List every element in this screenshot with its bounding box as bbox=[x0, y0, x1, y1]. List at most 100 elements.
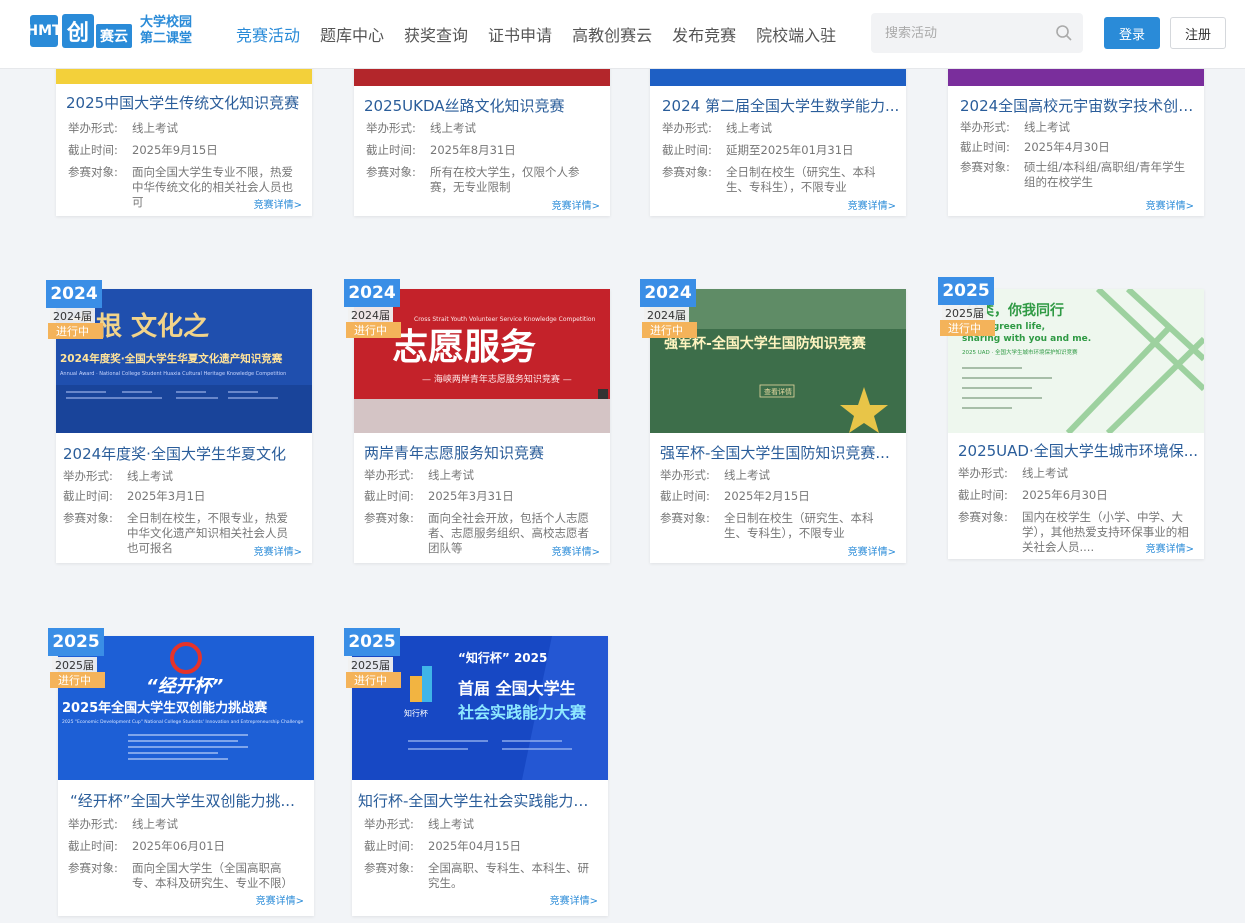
cover-brand: “知行杯” 2025 bbox=[458, 650, 547, 665]
target-label: 参赛对象: bbox=[63, 511, 113, 525]
cover-english: Cross Strait Youth Volunteer Service Kno… bbox=[414, 316, 596, 323]
nav-certificate[interactable]: 证书申请 bbox=[488, 22, 552, 46]
card-title[interactable]: 两岸青年志愿服务知识竞赛 bbox=[364, 442, 608, 463]
deadline-label: 截止时间: bbox=[68, 839, 118, 853]
card-title[interactable]: 强军杯-全国大学生国防知识竞赛... bbox=[660, 442, 904, 463]
details-link[interactable]: 竞赛详情> bbox=[254, 543, 302, 558]
cover-headline: 首届 全国大学生 bbox=[458, 679, 576, 698]
target-value: 面向全国大学生（全国高职高专、本科及研究生、专业不限） bbox=[132, 861, 293, 890]
details-link[interactable]: 竞赛详情> bbox=[848, 543, 896, 558]
details-link[interactable]: 竞赛详情> bbox=[254, 196, 302, 211]
form-label: 举办形式: bbox=[68, 121, 118, 135]
search-box bbox=[871, 13, 1083, 53]
logo-line1: 大学校园 bbox=[140, 15, 193, 30]
card-title[interactable]: 2025中国大学生传统文化知识竞赛 bbox=[66, 92, 310, 113]
deadline-label: 截止时间: bbox=[366, 143, 416, 157]
details-link[interactable]: 竞赛详情> bbox=[256, 892, 304, 907]
details-link[interactable]: 竞赛详情> bbox=[552, 543, 600, 558]
nav-higher-ed-cloud[interactable]: 高教创赛云 bbox=[572, 22, 652, 46]
card-info-form: 举办形式: 线上考试 bbox=[662, 121, 898, 136]
login-button[interactable]: 登录 bbox=[1104, 17, 1160, 49]
deadline-value: 2025年3月1日 bbox=[127, 489, 206, 503]
cover-subtitle: 2024年度奖·全国大学生华夏文化遗产知识竞赛 bbox=[60, 352, 283, 365]
cover-english: 2025 "Economic Development Cup" National… bbox=[62, 719, 304, 725]
card-info-deadline: 截止时间: 2025年9月15日 bbox=[68, 143, 304, 158]
status-badge: 进行中 bbox=[642, 322, 697, 338]
details-link[interactable]: 竞赛详情> bbox=[552, 197, 600, 212]
card-title[interactable]: 2024 第二届全国大学生数学能力... bbox=[662, 95, 906, 116]
card-info-deadline: 截止时间: 2025年6月30日 bbox=[958, 488, 1194, 503]
form-label: 举办形式: bbox=[68, 817, 118, 831]
search-icon[interactable] bbox=[1055, 24, 1073, 42]
details-link[interactable]: 竞赛详情> bbox=[1146, 540, 1194, 555]
card-title[interactable]: 2024全国高校元宇宙数字技术创新.... bbox=[960, 95, 1204, 116]
logo-saiyun: 赛云 bbox=[96, 24, 132, 48]
details-link[interactable]: 竞赛详情> bbox=[1146, 197, 1194, 212]
card-title[interactable]: 2025UAD·全国大学生城市环境保... bbox=[958, 440, 1202, 461]
deadline-label: 截止时间: bbox=[960, 140, 1010, 154]
target-value: 所有在校大学生，仅限个人参赛，无专业限制 bbox=[430, 165, 580, 194]
nav-publish[interactable]: 发布竞赛 bbox=[672, 22, 736, 46]
status-badge: 进行中 bbox=[346, 672, 401, 688]
card-info-form: 举办形式: 线上考试 bbox=[366, 121, 602, 136]
deadline-label: 截止时间: bbox=[662, 143, 712, 157]
card-info-target: 参赛对象: 全国高职、专科生、本科生、研究生。 bbox=[364, 861, 600, 891]
form-value: 线上考试 bbox=[132, 121, 178, 135]
form-label: 举办形式: bbox=[364, 468, 414, 482]
form-label: 举办形式: bbox=[366, 121, 416, 135]
card-info-deadline: 截止时间: 2025年06月01日 bbox=[68, 839, 304, 854]
year-badge: 2024 bbox=[46, 280, 102, 308]
deadline-value: 2025年9月15日 bbox=[132, 143, 218, 157]
status-badge: 进行中 bbox=[50, 672, 105, 688]
details-link[interactable]: 竞赛详情> bbox=[550, 892, 598, 907]
card-info-target: 参赛对象: 全日制在校生（研究生、本科生、专科生），不限专业 bbox=[660, 511, 896, 541]
details-link[interactable]: 竞赛详情> bbox=[848, 197, 896, 212]
deadline-value: 延期至2025年01月31日 bbox=[726, 143, 854, 157]
target-value: 全日制在校生（研究生、本科生、专科生），不限专业 bbox=[726, 165, 876, 194]
card-info-form: 举办形式: 线上考试 bbox=[958, 466, 1194, 481]
form-label: 举办形式: bbox=[63, 469, 113, 483]
deadline-label: 截止时间: bbox=[364, 489, 414, 503]
card-info-form: 举办形式: 线上考试 bbox=[364, 468, 600, 483]
register-button[interactable]: 注册 bbox=[1170, 17, 1226, 49]
card-title[interactable]: 2024年度奖·全国大学生华夏文化 bbox=[63, 443, 307, 464]
form-value: 线上考试 bbox=[726, 121, 772, 135]
card-info-deadline: 截止时间: 2025年8月31日 bbox=[366, 143, 602, 158]
deadline-label: 截止时间: bbox=[364, 839, 414, 853]
target-label: 参赛对象: bbox=[68, 165, 118, 179]
nav-question-bank[interactable]: 题库中心 bbox=[320, 22, 384, 46]
card-title[interactable]: 知行杯-全国大学生社会实践能力大赛 bbox=[358, 790, 602, 811]
target-value: 硕士组/本科组/高职组/青年学生组的在校学生 bbox=[1024, 160, 1186, 189]
cover-headline: 2025年全国大学生双创能力挑战赛 bbox=[62, 700, 268, 716]
card-info-deadline: 截止时间: 延期至2025年01月31日 bbox=[662, 143, 898, 158]
card-info-target: 参赛对象: 全日制在校生（研究生、本科生、专科生），不限专业 bbox=[662, 165, 898, 195]
search-input[interactable] bbox=[871, 25, 1041, 41]
target-label: 参赛对象: bbox=[68, 861, 118, 875]
card-info-deadline: 截止时间: 2025年3月31日 bbox=[364, 489, 600, 504]
nav-college-portal[interactable]: 院校端入驻 bbox=[756, 22, 836, 46]
card-info-form: 举办形式: 线上考试 bbox=[63, 469, 299, 484]
year-badge: 2025 bbox=[48, 628, 104, 656]
year-badge: 2025 bbox=[938, 277, 994, 305]
form-label: 举办形式: bbox=[364, 817, 414, 831]
cover-subtitle: 2025 UAD · 全国大学生城市环境保护知识竞赛 bbox=[962, 348, 1078, 356]
card-info-form: 举办形式: 线上考试 bbox=[364, 817, 600, 832]
card-title[interactable]: 2025UKDA丝路文化知识竞赛 bbox=[364, 95, 608, 116]
nav-award-query[interactable]: 获奖查询 bbox=[404, 22, 468, 46]
card-title[interactable]: “经开杯”全国大学生双创能力挑... bbox=[70, 790, 314, 811]
deadline-label: 截止时间: bbox=[958, 488, 1008, 502]
logo-chuang: 创 bbox=[62, 14, 94, 48]
site-logo[interactable]: HMT 创 赛云 大学校园 第二课堂 bbox=[26, 14, 193, 48]
form-label: 举办形式: bbox=[958, 466, 1008, 480]
target-label: 参赛对象: bbox=[364, 861, 414, 875]
card-info-form: 举办形式: 线上考试 bbox=[68, 121, 304, 136]
card-info-form: 举办形式: 线上考试 bbox=[68, 817, 304, 832]
year-badge: 2025 bbox=[344, 628, 400, 656]
term-badge: 2024届 bbox=[50, 308, 95, 324]
nav-competitions[interactable]: 竞赛活动 bbox=[236, 22, 300, 46]
deadline-value: 2025年06月01日 bbox=[132, 839, 226, 853]
term-badge: 2025届 bbox=[52, 657, 97, 673]
cover-button: 查看详情 bbox=[764, 387, 792, 396]
card-info-form: 举办形式: 线上考试 bbox=[960, 120, 1196, 135]
card-info-deadline: 截止时间: 2025年04月15日 bbox=[364, 839, 600, 854]
